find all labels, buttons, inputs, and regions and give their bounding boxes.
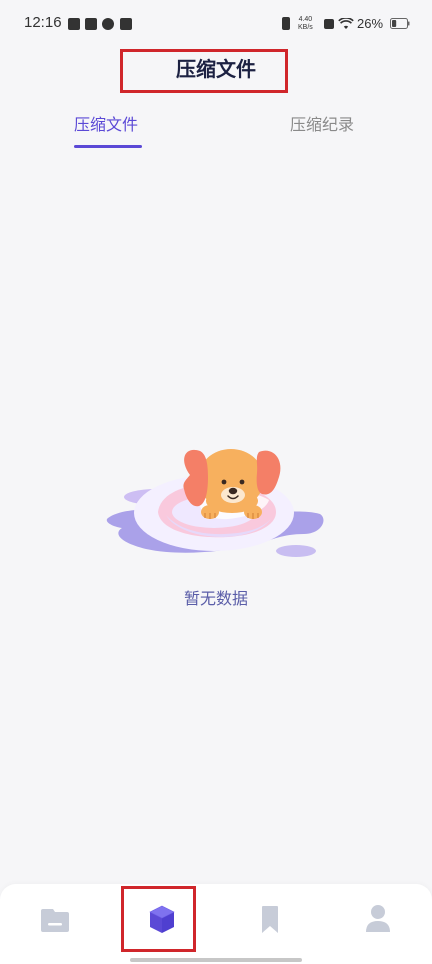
battery-icon	[390, 18, 410, 29]
tab-bar: 压缩文件 压缩纪录	[0, 105, 432, 155]
nav-bookmarks[interactable]	[248, 898, 292, 942]
battery-percent: 26%	[357, 16, 384, 31]
compress-tab-highlight-box	[121, 886, 196, 952]
tab-compression-records[interactable]: 压缩纪录	[290, 111, 354, 135]
link-icon	[102, 18, 114, 30]
nav-files[interactable]	[33, 898, 77, 942]
vibrate-icon	[282, 17, 290, 30]
mail-icon	[68, 18, 80, 30]
home-indicator[interactable]	[130, 958, 302, 962]
bottom-navigation	[0, 884, 432, 964]
network-speed: 4.40 KB/s	[298, 16, 313, 31]
empty-state-illustration	[106, 449, 324, 557]
wifi-icon	[338, 18, 354, 29]
calendar-icon	[85, 18, 97, 30]
empty-state-message: 暂无数据	[183, 589, 248, 608]
user-icon	[366, 905, 390, 932]
folder-icon	[41, 909, 69, 932]
status-time: 12:16	[24, 14, 62, 31]
nav-profile[interactable]	[356, 898, 400, 942]
bookmark-icon	[262, 906, 278, 933]
music-app-icon	[120, 18, 132, 30]
status-bar: 12:16 4.40 KB/s 26%	[0, 0, 432, 50]
title-highlight-box	[120, 49, 288, 93]
sim-off-icon	[324, 19, 334, 29]
active-tab-indicator	[74, 145, 142, 148]
tab-compress-files[interactable]: 压缩文件	[74, 111, 138, 135]
